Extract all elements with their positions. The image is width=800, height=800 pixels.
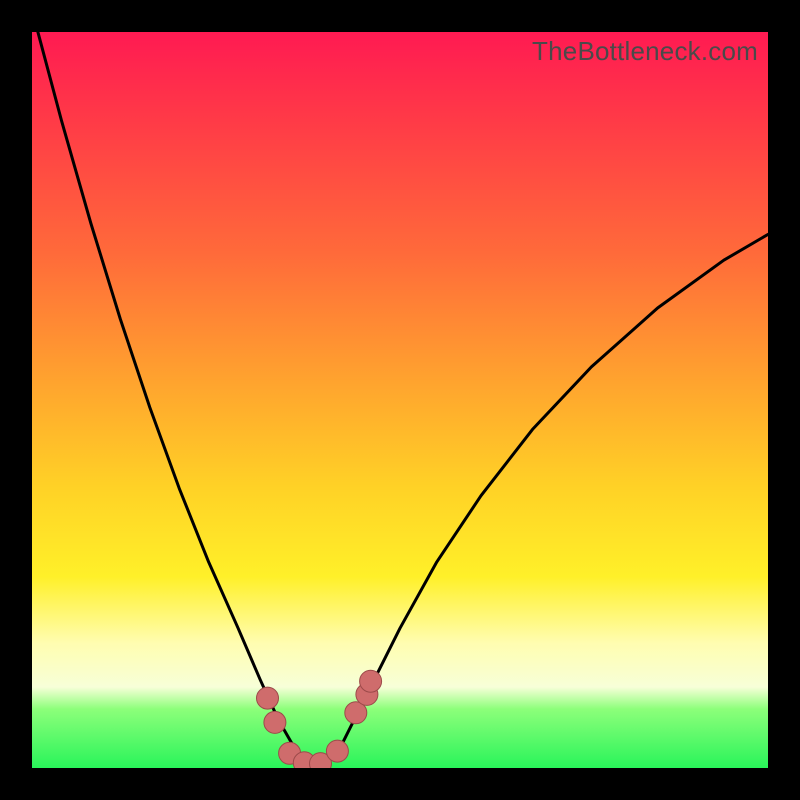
plot-area: TheBottleneck.com (32, 32, 768, 768)
highlight-markers (257, 670, 382, 768)
highlight-marker (326, 740, 348, 762)
bottleneck-curve (32, 32, 768, 766)
highlight-marker (257, 687, 279, 709)
highlight-marker (264, 711, 286, 733)
chart-frame: TheBottleneck.com (0, 0, 800, 800)
highlight-marker (360, 670, 382, 692)
curve-layer (32, 32, 768, 768)
